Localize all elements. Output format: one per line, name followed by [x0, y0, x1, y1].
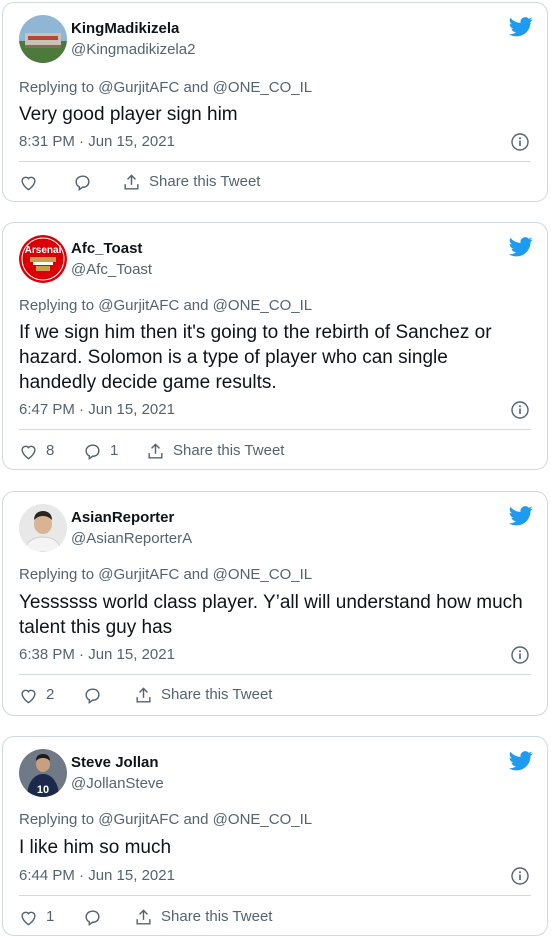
info-icon[interactable]	[511, 401, 529, 419]
action-bar: Share this Tweet	[19, 170, 531, 194]
divider	[19, 674, 531, 675]
share-button[interactable]: Share this Tweet	[122, 170, 260, 194]
heart-icon	[21, 445, 36, 459]
replying-and: and	[183, 297, 209, 314]
share-label: Share this Tweet	[149, 173, 261, 190]
tweet-timestamp[interactable]: 6:47 PM · Jun 15, 2021	[19, 400, 175, 420]
like-button[interactable]: 1	[19, 905, 54, 929]
divider	[19, 895, 531, 896]
replying-to: Replying to @GurjitAFC and @ONE_CO_IL	[19, 565, 312, 585]
reply-bubble-icon	[75, 174, 90, 191]
tweet-card[interactable]: AsianReporter @AsianReporterA Replying t…	[2, 491, 548, 716]
twitter-bird-icon[interactable]	[509, 17, 533, 37]
reply-button[interactable]: 1	[83, 439, 118, 463]
tweet-timestamp[interactable]: 6:44 PM · Jun 15, 2021	[19, 866, 175, 886]
avatar[interactable]	[19, 15, 67, 63]
tweet-text: If we sign him then it's going to the re…	[19, 322, 492, 393]
divider	[19, 161, 531, 162]
tweet-text: Very good player sign him	[19, 104, 238, 125]
replying-to: Replying to @GurjitAFC and @ONE_CO_IL	[19, 78, 312, 98]
tweet-card[interactable]: Arsenal Afc_Toast @Afc_Toast Replying to…	[2, 222, 548, 470]
info-icon[interactable]	[511, 133, 529, 151]
mention-link[interactable]: @ONE_CO_IL	[213, 79, 312, 96]
divider	[19, 429, 531, 430]
share-button[interactable]: Share this Tweet	[134, 683, 272, 707]
tweet-text: Yessssss world class player. Y’all will …	[19, 592, 523, 638]
tweet-timestamp[interactable]: 8:31 PM · Jun 15, 2021	[19, 132, 175, 152]
replying-prefix: Replying to	[19, 566, 95, 583]
share-label: Share this Tweet	[161, 908, 273, 925]
share-label: Share this Tweet	[173, 442, 285, 459]
mention-link[interactable]: @GurjitAFC	[98, 566, 179, 583]
user-handle[interactable]: @JollanSteve	[71, 774, 164, 794]
info-icon[interactable]	[511, 646, 529, 664]
heart-icon	[21, 911, 36, 925]
jersey-number: 10	[37, 784, 49, 796]
replying-prefix: Replying to	[19, 297, 95, 314]
action-bar: 2 Share this Tweet	[19, 683, 531, 707]
share-button[interactable]: Share this Tweet	[134, 905, 272, 929]
tweet-timestamp[interactable]: 6:38 PM · Jun 15, 2021	[19, 645, 175, 665]
player-avatar-icon: 10	[19, 749, 67, 797]
like-count: 1	[46, 908, 55, 925]
share-icon	[136, 686, 151, 703]
replying-and: and	[183, 566, 209, 583]
tweet-card[interactable]: KingMadikizela @Kingmadikizela2 Replying…	[2, 2, 548, 202]
share-icon	[136, 908, 151, 925]
replying-to: Replying to @GurjitAFC and @ONE_CO_IL	[19, 296, 312, 316]
person-avatar-icon	[19, 504, 67, 552]
display-name[interactable]: Afc_Toast	[71, 239, 142, 259]
display-name[interactable]: KingMadikizela	[71, 19, 179, 39]
reply-button[interactable]	[73, 170, 92, 194]
stadium-avatar-icon	[19, 15, 67, 63]
user-handle[interactable]: @Afc_Toast	[71, 260, 152, 280]
like-button[interactable]: 8	[19, 439, 54, 463]
mention-link[interactable]: @GurjitAFC	[98, 79, 179, 96]
share-icon	[148, 442, 163, 459]
tweet-text: I like him so much	[19, 837, 172, 858]
share-button[interactable]: Share this Tweet	[146, 439, 284, 463]
mention-link[interactable]: @GurjitAFC	[98, 811, 179, 828]
user-handle[interactable]: @Kingmadikizela2	[71, 40, 195, 60]
share-icon	[124, 173, 139, 190]
mention-link[interactable]: @ONE_CO_IL	[213, 811, 312, 828]
reply-bubble-icon	[85, 687, 100, 704]
replying-and: and	[183, 811, 209, 828]
reply-button[interactable]	[83, 905, 102, 929]
like-button[interactable]: 2	[19, 683, 54, 707]
user-handle[interactable]: @AsianReporterA	[71, 529, 192, 549]
reply-count: 1	[110, 442, 119, 459]
reply-bubble-icon	[85, 443, 100, 460]
heart-icon	[21, 689, 36, 703]
display-name[interactable]: Steve Jollan	[71, 753, 159, 773]
arsenal-crest-icon: Arsenal	[19, 235, 67, 283]
tweet-card[interactable]: 10 Steve Jollan @JollanSteve Replying to…	[2, 736, 548, 936]
display-name[interactable]: AsianReporter	[71, 508, 174, 528]
twitter-bird-icon[interactable]	[509, 751, 533, 771]
replying-prefix: Replying to	[19, 811, 95, 828]
reply-button[interactable]	[83, 683, 102, 707]
replying-and: and	[183, 79, 209, 96]
twitter-bird-icon[interactable]	[509, 237, 533, 257]
info-icon[interactable]	[511, 867, 529, 885]
share-label: Share this Tweet	[161, 686, 273, 703]
like-count: 8	[46, 442, 55, 459]
avatar[interactable]: 10	[19, 749, 67, 797]
heart-icon	[21, 176, 36, 190]
like-count: 2	[46, 686, 55, 703]
replying-prefix: Replying to	[19, 79, 95, 96]
crest-text: Arsenal	[25, 245, 62, 256]
mention-link[interactable]: @GurjitAFC	[98, 297, 179, 314]
avatar[interactable]	[19, 504, 67, 552]
twitter-bird-icon[interactable]	[509, 506, 533, 526]
mention-link[interactable]: @ONE_CO_IL	[213, 566, 312, 583]
mention-link[interactable]: @ONE_CO_IL	[213, 297, 312, 314]
like-button[interactable]	[19, 170, 38, 194]
replying-to: Replying to @GurjitAFC and @ONE_CO_IL	[19, 810, 312, 830]
action-bar: 1 Share this Tweet	[19, 905, 531, 929]
reply-bubble-icon	[85, 909, 100, 926]
avatar[interactable]: Arsenal	[19, 235, 67, 283]
action-bar: 8 1 Share this Tweet	[19, 439, 531, 463]
